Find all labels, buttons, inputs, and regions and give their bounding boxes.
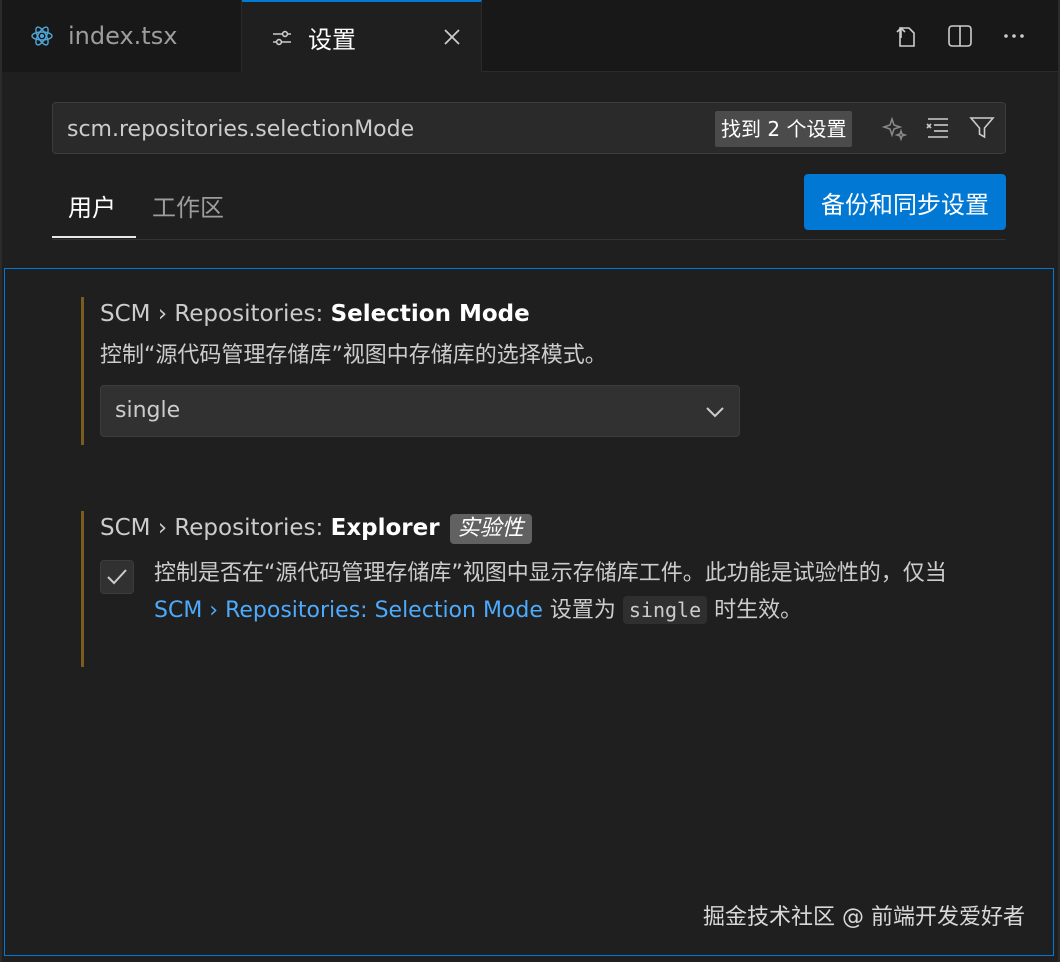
setting-name: Selection Mode xyxy=(330,301,530,327)
chevron-down-icon xyxy=(703,400,727,424)
search-result-count: 找到 2 个设置 xyxy=(715,111,853,147)
editor-tab-bar: index.tsx 设置 xyxy=(2,0,1058,73)
split-editor-icon[interactable] xyxy=(946,22,974,50)
open-settings-json-icon[interactable] xyxy=(892,22,920,50)
tab-user[interactable]: 用户 xyxy=(52,188,136,238)
tab-settings[interactable]: 设置 xyxy=(242,0,482,73)
settings-search-box: 找到 2 个设置 xyxy=(52,102,1006,155)
setting-explorer: SCM › Repositories: Explorer 实验性 控制是否在“源代… xyxy=(81,511,1001,667)
explorer-checkbox[interactable] xyxy=(100,560,134,594)
tab-label: index.tsx xyxy=(68,22,178,50)
clear-filter-icon[interactable] xyxy=(923,113,953,143)
search-tools xyxy=(879,113,997,143)
ai-search-icon[interactable] xyxy=(879,113,909,143)
dropdown-value: single xyxy=(115,398,181,423)
setting-title: SCM › Repositories: Explorer 实验性 xyxy=(100,513,1001,544)
setting-category: SCM › Repositories: xyxy=(100,515,331,541)
react-icon xyxy=(30,24,54,48)
tab-workspace[interactable]: 工作区 xyxy=(136,188,240,238)
settings-list: SCM › Repositories: Selection Mode 控制“源代… xyxy=(4,268,1054,956)
editor-actions xyxy=(892,22,1028,50)
tab-label: 设置 xyxy=(308,26,356,54)
selection-mode-link[interactable]: SCM › Repositories: Selection Mode xyxy=(154,598,543,623)
settings-scope-tabs: 用户 工作区 备份和同步设置 xyxy=(52,174,1006,240)
settings-sliders-icon xyxy=(270,26,294,50)
setting-title: SCM › Repositories: Selection Mode xyxy=(100,299,1001,329)
close-icon[interactable] xyxy=(441,26,463,48)
settings-editor-window: index.tsx 设置 scm.repositories.selectionM… xyxy=(0,0,1060,962)
setting-name: Explorer xyxy=(330,515,440,541)
setting-selection-mode: SCM › Repositories: Selection Mode 控制“源代… xyxy=(81,297,1001,445)
setting-description: 控制“源代码管理存储库”视图中存储库的选择模式。 xyxy=(100,343,607,368)
backup-sync-settings-button[interactable]: 备份和同步设置 xyxy=(804,174,1006,230)
settings-search-input[interactable] xyxy=(65,103,709,155)
description-text: 时生效。 xyxy=(707,598,803,623)
tab-index-tsx[interactable]: index.tsx xyxy=(2,0,242,72)
setting-description: 控制是否在“源代码管理存储库”视图中显示存储库工件。此功能是试验性的，仅当 SC… xyxy=(154,556,984,629)
description-text: 设置为 xyxy=(542,598,623,623)
check-icon xyxy=(107,569,127,585)
setting-category: SCM › Repositories: xyxy=(100,301,331,327)
explorer-checkbox-row: 控制是否在“源代码管理存储库”视图中显示存储库工件。此功能是试验性的，仅当 SC… xyxy=(100,556,1001,666)
inline-code: single xyxy=(622,596,708,624)
description-text: 控制是否在“源代码管理存储库”视图中显示存储库工件。此功能是试验性的，仅当 xyxy=(154,561,947,586)
more-actions-icon[interactable] xyxy=(1000,22,1028,50)
watermark: 掘金技术社区 @ 前端开发爱好者 xyxy=(703,905,1025,930)
filter-icon[interactable] xyxy=(967,113,997,143)
selection-mode-dropdown[interactable]: single xyxy=(100,385,740,437)
experimental-badge: 实验性 xyxy=(449,514,532,544)
